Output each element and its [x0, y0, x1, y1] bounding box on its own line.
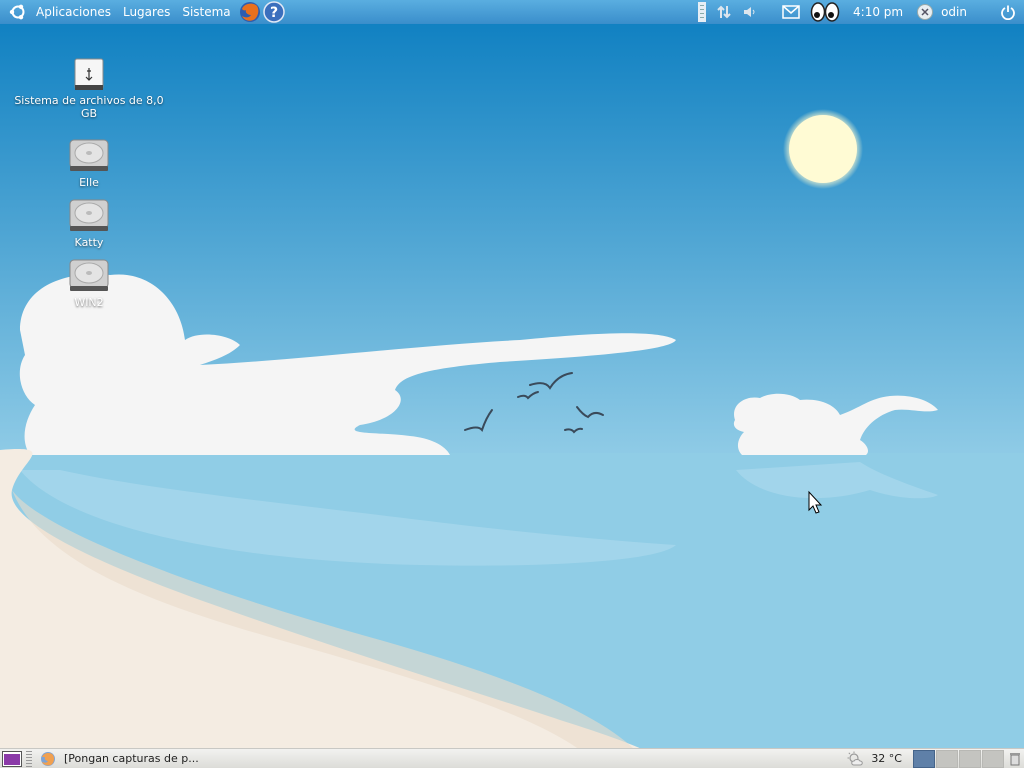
taskbar-window-button[interactable]: [Pongan capturas de p... — [36, 750, 205, 768]
menu-places[interactable]: Lugares — [117, 0, 176, 24]
workspace-2[interactable] — [936, 749, 958, 768]
desktop-icon-label: Katty — [74, 236, 104, 249]
show-desktop-icon[interactable] — [0, 747, 24, 768]
workspace-4[interactable] — [982, 749, 1004, 768]
weather-applet[interactable]: 32 °C — [837, 751, 912, 767]
desktop-icon-win2[interactable]: WIN2 — [14, 258, 164, 309]
desktop-icon-label: Sistema de archivos de 8,0 GB — [14, 94, 164, 120]
power-icon[interactable] — [995, 0, 1024, 24]
user-status-icon[interactable] — [911, 0, 939, 24]
panel-grip-icon[interactable] — [26, 750, 32, 767]
menu-system[interactable]: Sistema — [176, 0, 236, 24]
clock[interactable]: 4:10 pm — [845, 5, 911, 19]
taskbar-window-title: [Pongan capturas de p... — [64, 752, 199, 765]
weather-temperature: 32 °C — [871, 752, 902, 765]
volume-icon[interactable] — [737, 0, 763, 24]
firefox-icon — [41, 751, 55, 766]
hard-drive-icon — [69, 139, 109, 171]
workspace-switcher — [912, 749, 1004, 768]
hard-drive-icon — [69, 199, 109, 231]
network-icon[interactable] — [711, 0, 737, 24]
mail-icon[interactable] — [777, 0, 805, 24]
workspace-3[interactable] — [959, 749, 981, 768]
firefox-icon[interactable] — [239, 1, 261, 23]
trash-icon[interactable] — [1008, 750, 1022, 768]
top-panel: Aplicaciones Lugares Sistema ? 4:10 pm o… — [0, 0, 1024, 24]
eyes-applet-icon[interactable] — [805, 0, 845, 24]
desktop-icon-usb-filesystem[interactable]: Sistema de archivos de 8,0 GB — [14, 58, 164, 120]
bottom-panel: [Pongan capturas de p... 32 °C — [0, 748, 1024, 768]
desktop-icon-katty[interactable]: Katty — [14, 198, 164, 249]
desktop-icon-label: Elle — [79, 176, 99, 189]
panel-grip-icon[interactable] — [693, 0, 711, 24]
desktop-icon-elle[interactable]: Elle — [14, 138, 164, 189]
hard-drive-icon — [69, 259, 109, 291]
usb-drive-icon — [74, 58, 104, 90]
svg-text:?: ? — [270, 5, 278, 21]
ubuntu-logo-icon[interactable] — [6, 0, 30, 24]
weather-partly-cloudy-icon — [847, 751, 864, 765]
help-icon[interactable]: ? — [262, 1, 285, 23]
desktop-icon-label: WIN2 — [74, 296, 104, 309]
user-name[interactable]: odin — [939, 5, 977, 19]
menu-applications[interactable]: Aplicaciones — [30, 0, 117, 24]
workspace-1[interactable] — [913, 749, 935, 768]
